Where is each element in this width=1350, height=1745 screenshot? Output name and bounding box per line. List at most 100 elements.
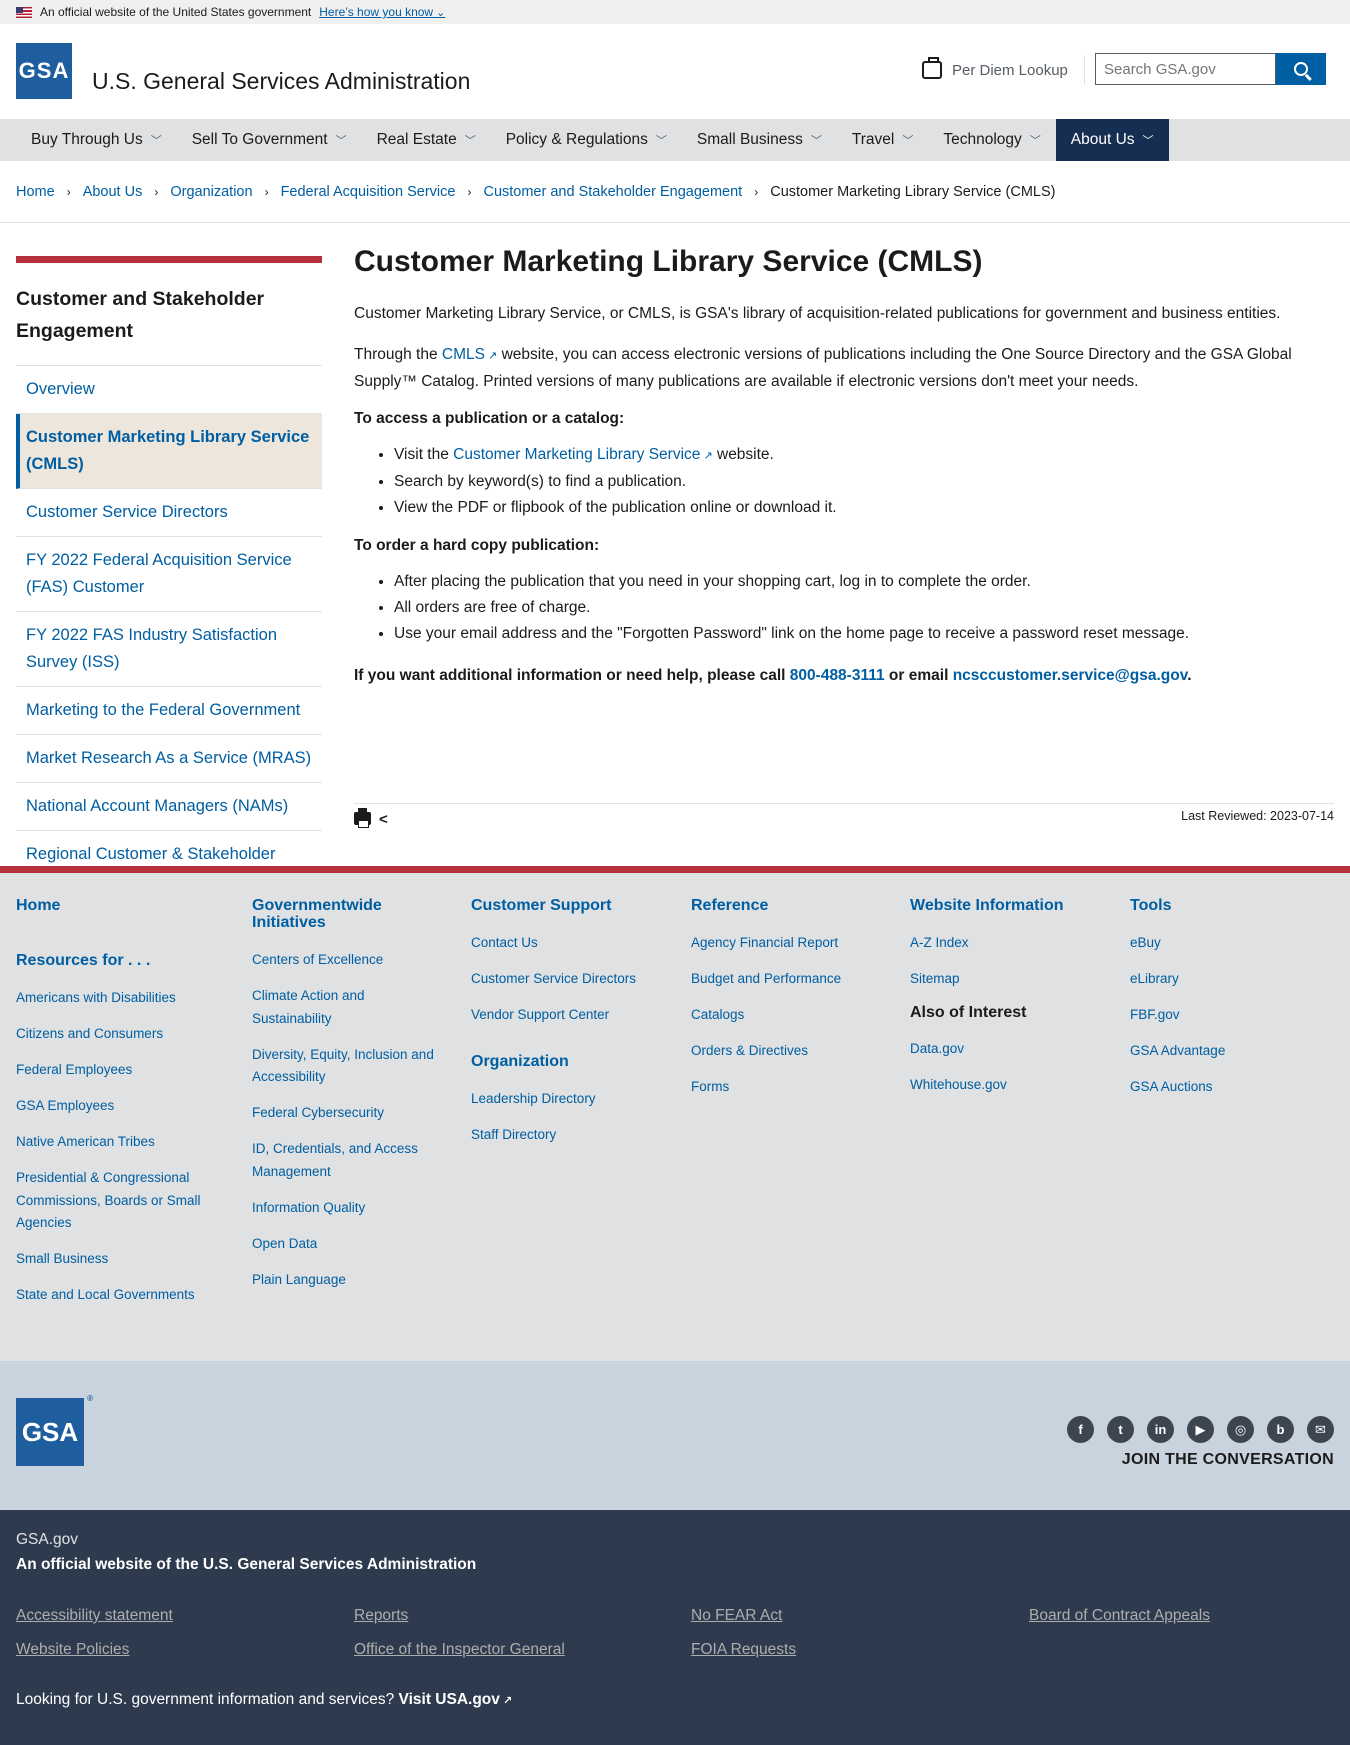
sidenav-item-fas-customer[interactable]: FY 2022 Federal Acquisition Service (FAS… xyxy=(16,537,322,612)
identifier-link[interactable]: Accessibility statement xyxy=(16,1607,173,1625)
nav-about-us[interactable]: About Us ﹀ xyxy=(1055,119,1169,161)
footer-link[interactable]: Forms xyxy=(691,1076,881,1099)
page-title: Customer Marketing Library Service (CMLS… xyxy=(354,245,983,278)
youtube-icon[interactable]: ▶ xyxy=(1187,1416,1214,1443)
footer-link[interactable]: State and Local Governments xyxy=(16,1284,206,1307)
phone-link[interactable]: 800-488-3111 xyxy=(790,667,885,684)
identifier-link[interactable]: No FEAR Act xyxy=(691,1607,782,1625)
footer-link[interactable]: Small Business xyxy=(16,1248,206,1271)
email-icon[interactable]: ✉ xyxy=(1307,1416,1334,1443)
nav-technology[interactable]: Technology ﹀ xyxy=(928,119,1055,161)
footer-link[interactable]: Customer Service Directors xyxy=(471,968,661,991)
site-title[interactable]: U.S. General Services Administration xyxy=(92,68,470,95)
footer-link[interactable]: A-Z Index xyxy=(910,932,1100,955)
footer-link[interactable]: Centers of Excellence xyxy=(252,949,442,972)
footer-link[interactable]: Vendor Support Center xyxy=(471,1004,661,1027)
heres-how-you-know-link[interactable]: Here’s how you know xyxy=(319,5,445,19)
footer-link[interactable]: Contact Us xyxy=(471,932,661,955)
breadcrumb-organization[interactable]: Organization xyxy=(170,184,252,200)
print-icon[interactable] xyxy=(354,808,371,828)
suitcase-icon xyxy=(922,57,942,79)
search-button[interactable] xyxy=(1276,53,1326,85)
nav-buy-through-us[interactable]: Buy Through Us ﹀ xyxy=(16,119,177,161)
breadcrumb-fas[interactable]: Federal Acquisition Service xyxy=(281,184,456,200)
sidenav-item-cmls[interactable]: Customer Marketing Library Service (CMLS… xyxy=(16,414,322,489)
twitter-icon[interactable]: t xyxy=(1107,1416,1134,1443)
footer-link[interactable]: Plain Language xyxy=(252,1269,442,1292)
gsa-logo[interactable]: GSA xyxy=(16,43,72,99)
visit-usa-gov-link[interactable]: Visit USA.gov xyxy=(399,1691,513,1708)
chevron-down-icon: ﹀ xyxy=(335,135,347,147)
footer-link[interactable]: ID, Credentials, and Access Management xyxy=(252,1138,442,1183)
identifier-link[interactable]: Board of Contract Appeals xyxy=(1029,1607,1210,1625)
nav-sell-to-government[interactable]: Sell To Government ﹀ xyxy=(177,119,362,161)
sidenav-item-nams[interactable]: National Account Managers (NAMs) xyxy=(16,783,322,831)
chevron-right-icon: › xyxy=(66,184,71,199)
footer-link[interactable]: Open Data xyxy=(252,1233,442,1256)
sidenav-item-customer-service-directors[interactable]: Customer Service Directors xyxy=(16,489,322,537)
footer-link[interactable]: eLibrary xyxy=(1130,968,1320,991)
sidenav-item-iss[interactable]: FY 2022 FAS Industry Satisfaction Survey… xyxy=(16,612,322,687)
breadcrumb-home[interactable]: Home xyxy=(16,184,55,200)
footer-link[interactable]: Agency Financial Report xyxy=(691,932,881,955)
blog-icon[interactable]: b xyxy=(1267,1416,1294,1443)
sidenav-item-mras[interactable]: Market Research As a Service (MRAS) xyxy=(16,735,322,783)
facebook-icon[interactable]: f xyxy=(1067,1416,1094,1443)
footer-link[interactable]: Leadership Directory xyxy=(471,1088,661,1111)
access-heading: To access a publication or a catalog: xyxy=(354,410,625,427)
footer-link[interactable]: Whitehouse.gov xyxy=(910,1074,1100,1097)
nav-travel[interactable]: Travel ﹀ xyxy=(837,119,929,161)
footer-link[interactable]: Climate Action and Sustainability xyxy=(252,985,442,1030)
search-input[interactable] xyxy=(1095,53,1276,85)
chevron-down-icon: ﹀ xyxy=(1029,135,1041,147)
nav-small-business[interactable]: Small Business ﹀ xyxy=(682,119,837,161)
breadcrumb-about-us[interactable]: About Us xyxy=(83,184,143,200)
chevron-right-icon: › xyxy=(467,184,472,199)
sidenav-item-marketing[interactable]: Marketing to the Federal Government xyxy=(16,687,322,735)
share-icon[interactable]: < xyxy=(379,812,388,827)
footer-link[interactable]: Federal Employees xyxy=(16,1059,206,1082)
linkedin-icon[interactable]: in xyxy=(1147,1416,1174,1443)
email-link[interactable]: ncsccustomer.service@gsa.gov xyxy=(953,667,1188,684)
footer-link[interactable]: Orders & Directives xyxy=(691,1040,881,1063)
footer-link[interactable]: Catalogs xyxy=(691,1004,881,1027)
breadcrumb-cse[interactable]: Customer and Stakeholder Engagement xyxy=(483,184,742,200)
footer-link[interactable]: FBF.gov xyxy=(1130,1004,1320,1027)
per-diem-lookup-link[interactable]: Per Diem Lookup xyxy=(922,55,1085,85)
identifier-link[interactable]: Office of the Inspector General xyxy=(354,1641,565,1659)
footer-link[interactable]: Diversity, Equity, Inclusion and Accessi… xyxy=(252,1044,442,1089)
footer-link[interactable]: Budget and Performance xyxy=(691,968,881,991)
sidenav: Customer and Stakeholder Engagement Over… xyxy=(16,256,322,905)
footer-link[interactable]: GSA Advantage xyxy=(1130,1040,1320,1063)
footer-link[interactable]: Information Quality xyxy=(252,1197,442,1220)
footer-link[interactable]: GSA Employees xyxy=(16,1095,206,1118)
footer-link[interactable]: Staff Directory xyxy=(471,1124,661,1147)
footer-link[interactable]: Native American Tribes xyxy=(16,1131,206,1154)
footer-link[interactable]: Presidential & Congressional Commissions… xyxy=(16,1167,206,1235)
instagram-icon[interactable]: ◎ xyxy=(1227,1416,1254,1443)
footer-link[interactable]: Citizens and Consumers xyxy=(16,1023,206,1046)
sidenav-item-overview[interactable]: Overview xyxy=(16,366,322,414)
footer-link[interactable]: Federal Cybersecurity xyxy=(252,1102,442,1125)
identifier-link[interactable]: FOIA Requests xyxy=(691,1641,796,1659)
footer-link[interactable]: Data.gov xyxy=(910,1038,1100,1061)
chevron-right-icon: › xyxy=(754,184,759,199)
footer-home-link[interactable]: Home xyxy=(16,897,206,914)
identifier-link[interactable]: Website Policies xyxy=(16,1641,129,1659)
footer-gsa-logo[interactable]: GSA xyxy=(16,1394,93,1466)
help-paragraph: If you want additional information or ne… xyxy=(354,663,1334,689)
cmls-website-link[interactable]: Customer Marketing Library Service xyxy=(453,446,713,463)
footer-link[interactable]: Sitemap xyxy=(910,968,1100,991)
footer-link[interactable]: eBuy xyxy=(1130,932,1320,955)
nav-policy-regulations[interactable]: Policy & Regulations ﹀ xyxy=(491,119,682,161)
nav-real-estate[interactable]: Real Estate ﹀ xyxy=(362,119,491,161)
search-form xyxy=(1095,53,1326,85)
site-header: GSA U.S. General Services Administration… xyxy=(0,24,1350,119)
identifier-link[interactable]: Reports xyxy=(354,1607,408,1625)
footer-link[interactable]: Americans with Disabilities xyxy=(16,987,206,1010)
footer-col-reference: Reference Agency Financial Report Budget… xyxy=(691,897,881,1112)
cmls-link[interactable]: CMLS xyxy=(442,346,497,363)
main-content: Customer Marketing Library Service (CMLS… xyxy=(354,245,1334,704)
footer-link[interactable]: GSA Auctions xyxy=(1130,1076,1320,1099)
breadcrumb: Home › About Us › Organization › Federal Ac… xyxy=(0,161,1350,223)
